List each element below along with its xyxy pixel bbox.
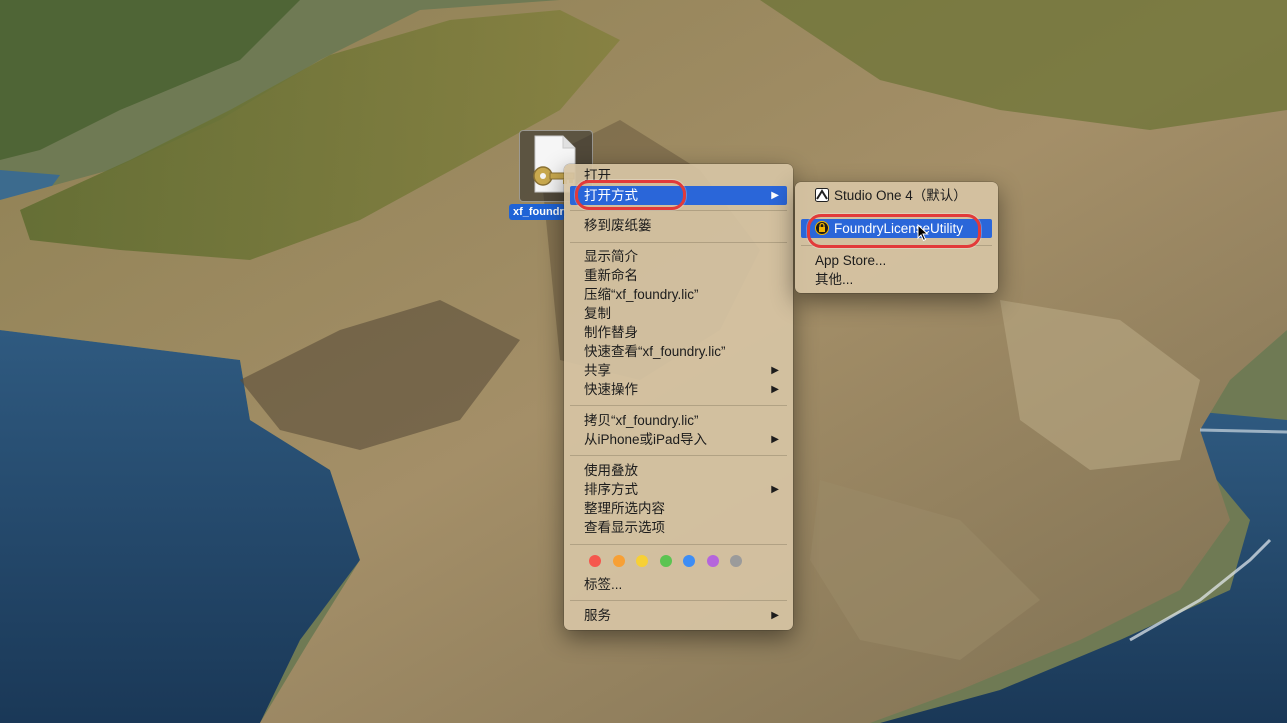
tag-color-dot[interactable]: [589, 555, 601, 567]
menu-item-quick-look[interactable]: 快速查看“xf_foundry.lic”: [570, 342, 787, 361]
chevron-right-icon: ▶: [771, 365, 779, 376]
menu-item-make-alias[interactable]: 制作替身: [570, 323, 787, 342]
menu-item-compress[interactable]: 压缩“xf_foundry.lic”: [570, 285, 787, 304]
desktop-file-label[interactable]: xf_foundry.lic: [509, 204, 565, 220]
mouse-cursor-icon: [917, 224, 929, 242]
menu-item-tags[interactable]: 标签...: [570, 575, 787, 594]
menu-separator: [570, 210, 787, 211]
submenu-item-studio-one[interactable]: Studio One 4（默认）: [801, 186, 992, 205]
chevron-right-icon: ▶: [771, 610, 779, 621]
menu-item-show-view-options[interactable]: 查看显示选项: [570, 518, 787, 537]
chevron-right-icon: ▶: [771, 484, 779, 495]
menu-separator: [570, 405, 787, 406]
annotation-highlight-open-with: [575, 180, 686, 210]
menu-item-move-to-trash[interactable]: 移到废纸篓: [570, 216, 787, 235]
menu-item-clean-up-selection[interactable]: 整理所选内容: [570, 499, 787, 518]
tag-color-dot[interactable]: [636, 555, 648, 567]
annotation-highlight-foundry-license-utility: [807, 214, 981, 248]
chevron-right-icon: ▶: [771, 434, 779, 445]
tag-color-dot[interactable]: [706, 555, 719, 567]
menu-item-quick-actions[interactable]: 快速操作 ▶: [570, 380, 787, 399]
studio-one-icon: [815, 188, 829, 202]
menu-item-import-from-iphone[interactable]: 从iPhone或iPad导入 ▶: [570, 430, 787, 449]
menu-item-share[interactable]: 共享 ▶: [570, 361, 787, 380]
tag-color-dot[interactable]: [683, 555, 695, 567]
submenu-item-app-store[interactable]: App Store...: [801, 251, 992, 270]
menu-separator: [570, 544, 787, 545]
menu-separator: [570, 455, 787, 456]
menu-item-use-stacks[interactable]: 使用叠放: [570, 461, 787, 480]
menu-separator: [570, 242, 787, 243]
tag-color-dot[interactable]: [730, 555, 742, 567]
chevron-right-icon: ▶: [771, 384, 779, 395]
tag-color-dot[interactable]: [612, 555, 625, 567]
menu-item-services[interactable]: 服务 ▶: [570, 606, 787, 625]
menu-item-duplicate[interactable]: 复制: [570, 304, 787, 323]
menu-item-get-info[interactable]: 显示简介: [570, 247, 787, 266]
tag-color-dot[interactable]: [659, 555, 672, 567]
menu-item-copy[interactable]: 拷贝“xf_foundry.lic”: [570, 411, 787, 430]
menu-item-sort-by[interactable]: 排序方式 ▶: [570, 480, 787, 499]
menu-separator: [570, 600, 787, 601]
chevron-right-icon: ▶: [771, 190, 779, 201]
submenu-item-other[interactable]: 其他...: [801, 270, 992, 289]
menu-item-rename[interactable]: 重新命名: [570, 266, 787, 285]
